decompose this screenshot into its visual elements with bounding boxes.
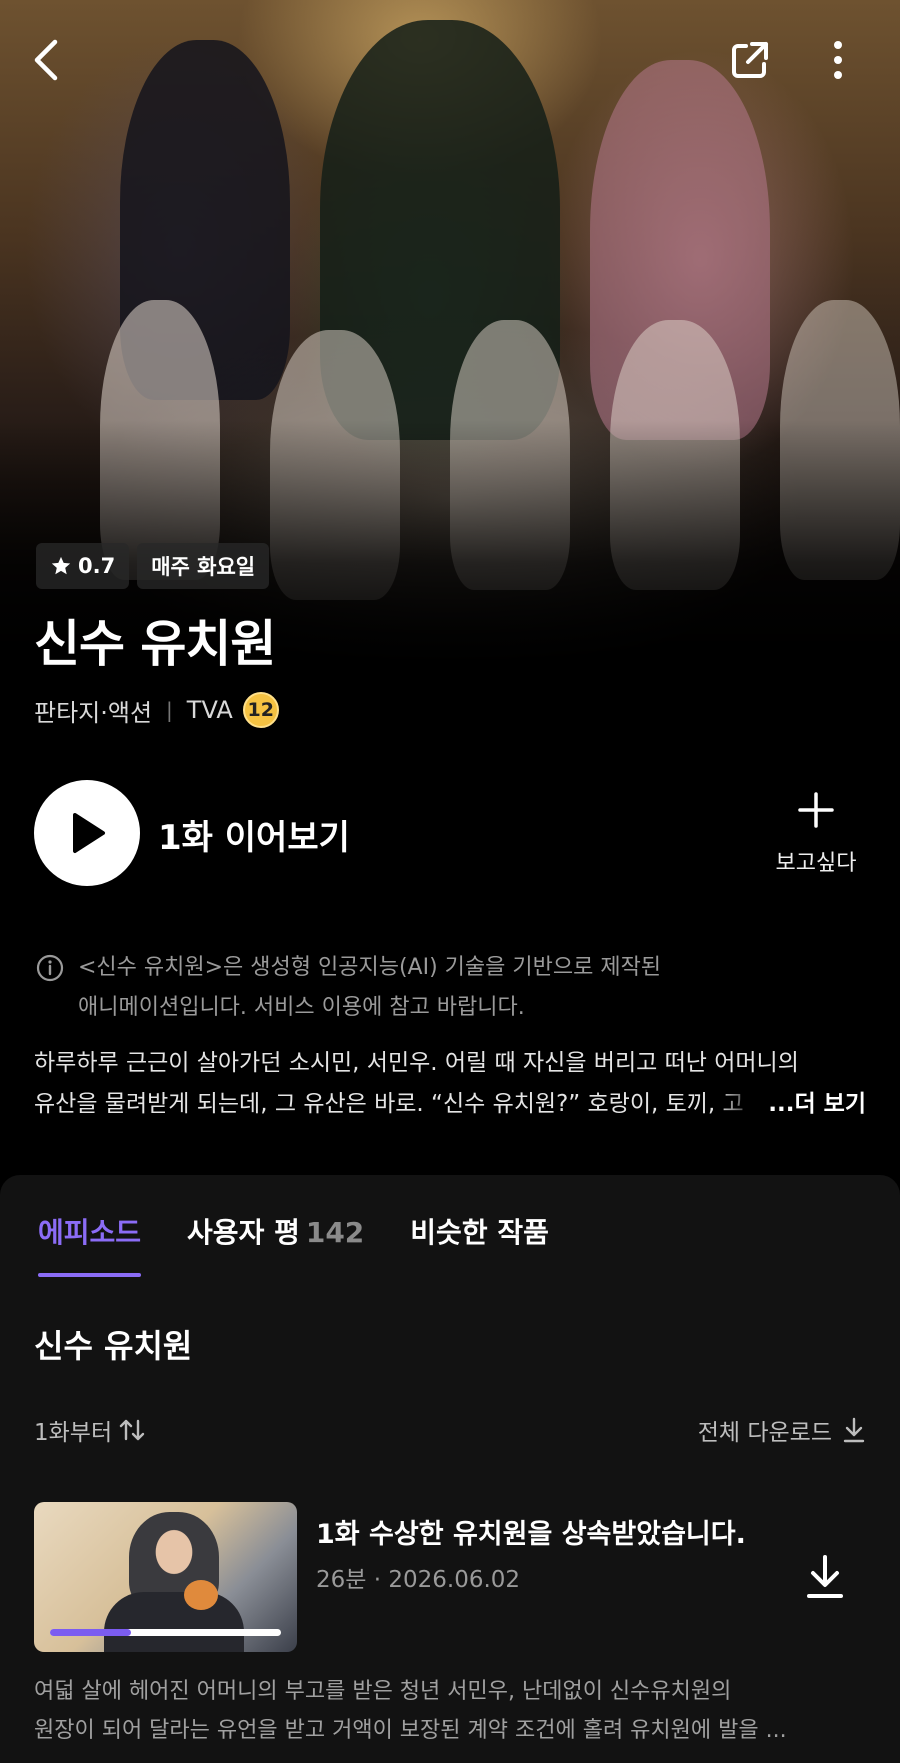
play-row: 1화 이어보기 보고싶다 [34, 780, 866, 886]
more-vertical-icon [834, 41, 842, 79]
meta-divider: | [166, 698, 173, 722]
play-button[interactable] [34, 780, 140, 886]
download-all-label: 전체 다운로드 [697, 1420, 832, 1446]
episode-item[interactable]: 1화 수상한 유치원을 상속받았습니다. 26분 · 2026.06.02 [34, 1502, 866, 1654]
share-button[interactable] [720, 30, 780, 90]
episode-desc-line-1: 여덟 살에 헤어진 어머니의 부고를 받은 청년 서민우, 난데없이 신수유치원… [34, 1679, 732, 1704]
notice-text: <신수 유치원>은 생성형 인공지능(AI) 기술을 기반으로 제작된 애니메이… [78, 948, 838, 1028]
title-meta: 판타지·액션 | TVA 12 [34, 692, 279, 728]
episode-title[interactable]: 1화 수상한 유치원을 상속받았습니다. [316, 1512, 746, 1551]
notice-line-2: 애니메이션입니다. 서비스 이용에 참고 바랍니다. [78, 995, 525, 1020]
download-icon [807, 1555, 843, 1598]
episode-thumbnail[interactable] [34, 1502, 297, 1652]
sort-button[interactable]: 1화부터 [34, 1413, 146, 1447]
watch-progress-bar [50, 1629, 281, 1636]
more-link[interactable]: ...더 보기 [718, 1084, 866, 1125]
wishlist-button[interactable]: 보고싶다 [766, 790, 866, 877]
tab-episodes[interactable]: 에피소드 [38, 1211, 142, 1277]
tab-reviews[interactable]: 사용자 평 142 [187, 1211, 364, 1277]
thumbnail-pet [184, 1580, 218, 1610]
genre-label: 판타지·액션 [34, 698, 153, 727]
info-icon [36, 954, 64, 982]
watch-progress-fill [50, 1629, 131, 1636]
episode-desc-line-2: 원장이 되어 달라는 유언을 받고 거액이 보장된 계약 조건에 홀려 유치원에… [34, 1718, 787, 1743]
schedule-badge: 매주 화요일 [137, 543, 270, 589]
synopsis-line-2: 유산을 물려받게 되는데, 그 유산은 바로. “신수 유치원?” 호랑이, 토… [34, 1091, 744, 1117]
notice-line-1: <신수 유치원>은 생성형 인공지능(AI) 기술을 기반으로 제작된 [78, 955, 662, 980]
plus-icon [766, 790, 866, 837]
hero-badges: 0.7 매주 화요일 [36, 543, 270, 589]
tab-episodes-label: 에피소드 [38, 1216, 142, 1249]
schedule-label: 매주 화요일 [151, 555, 256, 579]
review-count: 142 [305, 1216, 365, 1249]
sort-arrows-icon [119, 1419, 145, 1441]
rating-value: 0.7 [78, 554, 116, 578]
chevron-left-icon [34, 39, 58, 81]
tab-reviews-label: 사용자 평 [187, 1216, 300, 1249]
page-title: 신수 유치원 [34, 615, 276, 673]
tab-similar-label: 비슷한 작품 [410, 1216, 549, 1249]
synopsis-line-2-wrap: 유산을 물려받게 되는데, 그 유산은 바로. “신수 유치원?” 호랑이, 토… [34, 1084, 866, 1125]
series-title: 신수 유치원 [34, 1327, 193, 1365]
thumbnail-suit [104, 1592, 244, 1652]
download-icon [843, 1417, 865, 1443]
tab-bar: 에피소드 사용자 평 142 비슷한 작품 [38, 1211, 549, 1277]
star-icon [51, 556, 71, 575]
wishlist-label: 보고싶다 [775, 851, 857, 876]
episode-download-button[interactable] [800, 1552, 850, 1602]
continue-watching-label[interactable]: 1화 이어보기 [158, 810, 350, 859]
format-label: TVA [186, 696, 233, 724]
episode-meta: 26분 · 2026.06.02 [316, 1567, 521, 1593]
back-button[interactable] [16, 30, 76, 90]
synopsis: 하루하루 근근이 살아가던 소시민, 서민우. 어릴 때 자신을 버리고 떠난 … [34, 1043, 866, 1125]
rating-badge: 0.7 [36, 543, 130, 589]
share-icon [732, 42, 768, 78]
episode-description: 여덟 살에 헤어진 어머니의 부고를 받은 청년 서민우, 난데없이 신수유치원… [34, 1672, 866, 1750]
age-rating-badge: 12 [242, 692, 279, 728]
more-button[interactable] [808, 30, 868, 90]
sort-label: 1화부터 [34, 1420, 113, 1446]
synopsis-line-1: 하루하루 근근이 살아가던 소시민, 서민우. 어릴 때 자신을 버리고 떠난 … [34, 1050, 799, 1076]
content-panel: 에피소드 사용자 평 142 비슷한 작품 신수 유치원 1화부터 전체 다운로드 [0, 1175, 900, 1763]
play-icon [73, 813, 105, 853]
ai-notice: <신수 유치원>은 생성형 인공지능(AI) 기술을 기반으로 제작된 애니메이… [36, 948, 856, 1028]
tab-similar[interactable]: 비슷한 작품 [410, 1211, 549, 1277]
download-all-button[interactable]: 전체 다운로드 [698, 1413, 866, 1447]
